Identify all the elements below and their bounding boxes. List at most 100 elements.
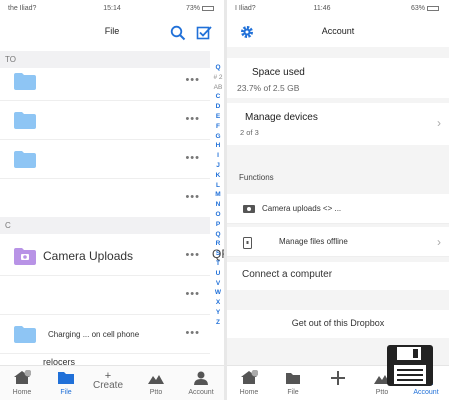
page-title: File: [104, 26, 120, 36]
space-used-card: Space used 23.7% of 2.5 GB: [227, 58, 449, 98]
index-letter[interactable]: T: [212, 260, 224, 270]
index-letter[interactable]: I: [212, 152, 224, 162]
index-letter[interactable]: G: [212, 133, 224, 143]
tab-file[interactable]: File: [46, 369, 86, 396]
index-letter[interactable]: X: [212, 299, 224, 309]
index-letter[interactable]: E: [212, 113, 224, 123]
space-used-value: 23.7% of 2.5 GB: [237, 83, 300, 93]
tab-label: Account: [188, 389, 214, 396]
index-letter[interactable]: F: [212, 123, 224, 133]
tab-label: Ptto: [375, 389, 389, 396]
index-letter[interactable]: P: [212, 221, 224, 231]
folder-name: Camera Uploads: [43, 249, 134, 263]
account-header: Account: [227, 17, 449, 47]
logout-row[interactable]: Get out of this Dropbox: [227, 310, 449, 338]
battery-indicator: 63%: [411, 5, 439, 12]
folder-icon: [58, 372, 74, 384]
home-icon: [241, 370, 258, 384]
camera-folder-icon: [14, 248, 36, 265]
select-checkbox-icon[interactable]: [196, 25, 212, 41]
folder-icon: [14, 151, 36, 168]
index-letter[interactable]: V: [212, 280, 224, 290]
index-letter[interactable]: D: [212, 103, 224, 113]
clock: 15:14: [103, 5, 121, 12]
more-options-icon[interactable]: •••: [185, 288, 200, 300]
tab-label: Account: [413, 389, 439, 396]
more-options-icon[interactable]: •••: [185, 152, 200, 164]
index-letter[interactable]: C: [212, 93, 224, 103]
tab-label: Home: [239, 389, 259, 396]
index-letter[interactable]: # 2: [212, 74, 224, 84]
index-letter[interactable]: K: [212, 172, 224, 182]
tab-home[interactable]: Home: [229, 369, 269, 396]
list-item[interactable]: •••: [0, 100, 210, 140]
status-bar: I Iliad? 11:46 63%: [227, 0, 449, 17]
index-letter[interactable]: AB: [212, 84, 224, 94]
list-item[interactable]: relocers: [0, 353, 210, 367]
account-screen: I Iliad? 11:46 63% Account Space used 23…: [227, 0, 449, 400]
tab-file[interactable]: File: [273, 369, 313, 396]
tab-bar: Home File + Create Ptto Account: [0, 365, 224, 400]
folder-icon: [286, 372, 300, 384]
list-item[interactable]: •••: [0, 61, 210, 101]
more-options-icon[interactable]: •••: [185, 327, 200, 339]
index-letter[interactable]: J: [212, 162, 224, 172]
tab-create[interactable]: [318, 369, 358, 386]
carrier-label: the Iliad?: [8, 5, 37, 12]
battery-icon: [202, 5, 214, 11]
battery-icon: [427, 5, 439, 11]
index-letter[interactable]: W: [212, 289, 224, 299]
list-item[interactable]: •••: [0, 178, 210, 218]
index-letter[interactable]: U: [212, 270, 224, 280]
index-letter[interactable]: Z: [212, 319, 224, 329]
status-bar: the Iliad? 15:14 73%: [0, 0, 224, 17]
folder-name: Charging ... on cell phone: [48, 330, 140, 339]
more-options-icon[interactable]: •••: [185, 74, 200, 86]
more-options-icon[interactable]: •••: [185, 191, 200, 203]
carrier-label: I Iliad?: [235, 5, 256, 12]
logout-label: Get out of this Dropbox: [291, 318, 385, 328]
tab-photos[interactable]: Ptto: [136, 369, 176, 396]
phone-icon: [243, 237, 252, 249]
manage-offline-label: Manage files offline: [279, 237, 348, 246]
manage-devices-row[interactable]: Manage devices 2 of 3 ›: [227, 103, 449, 145]
camera-uploads-row[interactable]: Camera uploads <> ...: [227, 194, 449, 224]
space-used-label: Space used: [252, 67, 305, 78]
section-header-c: C: [0, 217, 210, 234]
tab-label: File: [287, 389, 299, 396]
tab-account[interactable]: Account: [181, 369, 221, 396]
list-item[interactable]: •••: [0, 139, 210, 179]
search-icon[interactable]: [170, 25, 186, 41]
battery-percent: 73%: [185, 5, 200, 12]
folder-camera-uploads[interactable]: Camera Uploads •••: [0, 236, 210, 276]
photos-icon: [148, 374, 164, 384]
tab-create[interactable]: + Create: [88, 369, 128, 392]
folder-icon: [14, 112, 36, 129]
camera-icon: [243, 205, 255, 213]
manage-offline-row[interactable]: Manage files offline ›: [227, 227, 449, 257]
functions-heading: Functions: [239, 173, 274, 182]
index-letter[interactable]: H: [212, 142, 224, 152]
index-letter[interactable]: Y: [212, 309, 224, 319]
tab-label: Ptto: [149, 389, 163, 396]
list-item[interactable]: Charging ... on cell phone •••: [0, 314, 210, 354]
devices-count: 2 of 3: [240, 128, 259, 137]
more-options-icon[interactable]: •••: [185, 249, 200, 261]
index-letter[interactable]: Q: [212, 231, 224, 241]
connect-computer-label: Connect a computer: [242, 269, 333, 280]
tab-label: Create: [92, 380, 123, 391]
list-item[interactable]: •••: [0, 275, 210, 315]
page-title: Account: [321, 26, 355, 36]
index-letter[interactable]: O: [212, 211, 224, 221]
home-icon: [14, 370, 31, 384]
alphabet-index[interactable]: Q # 2 AB C D E F G H I J K L M N O P Q R…: [212, 64, 224, 329]
connect-computer-row[interactable]: Connect a computer: [227, 262, 449, 290]
index-letter[interactable]: L: [212, 182, 224, 192]
file-screen: the Iliad? 15:14 73% File T O ••• ••• •••…: [0, 0, 224, 400]
index-letter[interactable]: Q: [212, 64, 224, 74]
camera-uploads-label: Camera uploads <> ...: [262, 204, 342, 213]
tab-home[interactable]: Home: [2, 369, 42, 396]
index-letter[interactable]: N: [212, 201, 224, 211]
index-letter[interactable]: M: [212, 191, 224, 201]
more-options-icon[interactable]: •••: [185, 113, 200, 125]
